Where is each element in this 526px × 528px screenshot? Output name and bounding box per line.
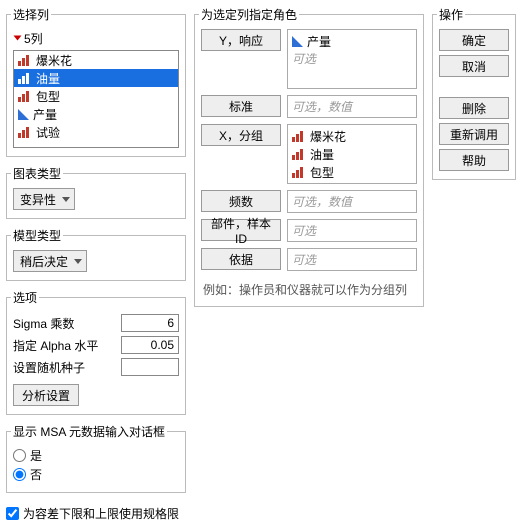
part-button[interactable]: 部件，样本 ID (201, 219, 281, 241)
chart-type-group: 图表类型 变异性 (6, 165, 186, 219)
columns-list[interactable]: 爆米花油量包型产量试验 (13, 50, 179, 148)
triangle-icon (18, 109, 29, 120)
list-item[interactable]: 产量 (14, 105, 178, 123)
assigned-item[interactable]: 产量 (292, 32, 412, 50)
roles-title: 为选定列指定角色 (199, 6, 299, 23)
sigma-label: Sigma 乘数 (13, 315, 115, 332)
assigned-item[interactable]: 油量 (292, 145, 412, 163)
x-target[interactable]: 爆米花油量包型 (287, 124, 417, 184)
columns-count-row[interactable]: 5列 (13, 29, 179, 50)
y-response-button[interactable]: Y，响应 (201, 29, 281, 51)
select-columns-title: 选择列 (11, 6, 51, 23)
list-item[interactable]: 爆米花 (14, 51, 178, 69)
ops-title: 操作 (437, 6, 465, 23)
bars-icon (18, 126, 32, 138)
remove-button[interactable]: 删除 (439, 97, 509, 119)
by-target[interactable]: 可选 (287, 248, 417, 271)
spec-limits-label: 为容差下限和上限使用规格限 (23, 505, 179, 522)
chevron-down-icon (62, 197, 70, 202)
standard-button[interactable]: 标准 (201, 95, 281, 117)
model-type-dropdown[interactable]: 稍后决定 (13, 250, 87, 272)
msa-yes-radio[interactable] (13, 449, 26, 462)
freq-target[interactable]: 可选，数值 (287, 190, 417, 213)
select-columns-group: 选择列 5列 爆米花油量包型产量试验 (6, 6, 186, 157)
alpha-label: 指定 Alpha 水平 (13, 337, 115, 354)
analysis-settings-button[interactable]: 分析设置 (13, 384, 79, 406)
help-button[interactable]: 帮助 (439, 149, 509, 171)
y-target[interactable]: 产量 可选 (287, 29, 417, 89)
msa-no-label: 否 (30, 466, 42, 483)
sigma-input[interactable] (121, 314, 179, 332)
options-group: 选项 Sigma 乘数 指定 Alpha 水平 设置随机种子 分析设置 (6, 289, 186, 415)
freq-button[interactable]: 频数 (201, 190, 281, 212)
options-title: 选项 (11, 289, 39, 306)
by-button[interactable]: 依据 (201, 248, 281, 270)
list-item[interactable]: 包型 (14, 87, 178, 105)
bars-icon (292, 148, 306, 160)
chevron-down-icon (74, 259, 82, 264)
spec-limits-checkbox[interactable] (6, 507, 19, 520)
chart-type-title: 图表类型 (11, 165, 63, 182)
standard-target[interactable]: 可选，数值 (287, 95, 417, 118)
bars-icon (18, 54, 32, 66)
x-group-button[interactable]: X，分组 (201, 124, 281, 146)
recall-button[interactable]: 重新调用 (439, 123, 509, 145)
seed-label: 设置随机种子 (13, 359, 115, 376)
model-type-group: 模型类型 稍后决定 (6, 227, 186, 281)
msa-yes-label: 是 (30, 447, 42, 464)
roles-group: 为选定列指定角色 Y，响应 产量 可选 标准 可选，数值 X，分组 爆米花油量包… (194, 6, 424, 307)
alpha-input[interactable] (121, 336, 179, 354)
msa-dialog-title: 显示 MSA 元数据输入对话框 (11, 423, 167, 440)
part-target[interactable]: 可选 (287, 219, 417, 242)
list-item[interactable]: 油量 (14, 69, 178, 87)
msa-no-radio[interactable] (13, 468, 26, 481)
list-item[interactable]: 试验 (14, 123, 178, 141)
cancel-button[interactable]: 取消 (439, 55, 509, 77)
msa-dialog-group: 显示 MSA 元数据输入对话框 是 否 (6, 423, 186, 493)
bars-icon (292, 166, 306, 178)
ops-group: 操作 确定 取消 删除 重新调用 帮助 (432, 6, 516, 180)
roles-hint: 例如：操作员和仪器就可以作为分组列 (201, 277, 417, 298)
triangle-icon (292, 36, 303, 47)
ok-button[interactable]: 确定 (439, 29, 509, 51)
bars-icon (18, 90, 32, 102)
assigned-item[interactable]: 包型 (292, 163, 412, 181)
chart-type-dropdown[interactable]: 变异性 (13, 188, 75, 210)
bars-icon (18, 72, 32, 84)
assigned-item[interactable]: 爆米花 (292, 127, 412, 145)
bars-icon (292, 130, 306, 142)
seed-input[interactable] (121, 358, 179, 376)
model-type-title: 模型类型 (11, 227, 63, 244)
disclose-icon (14, 36, 22, 41)
